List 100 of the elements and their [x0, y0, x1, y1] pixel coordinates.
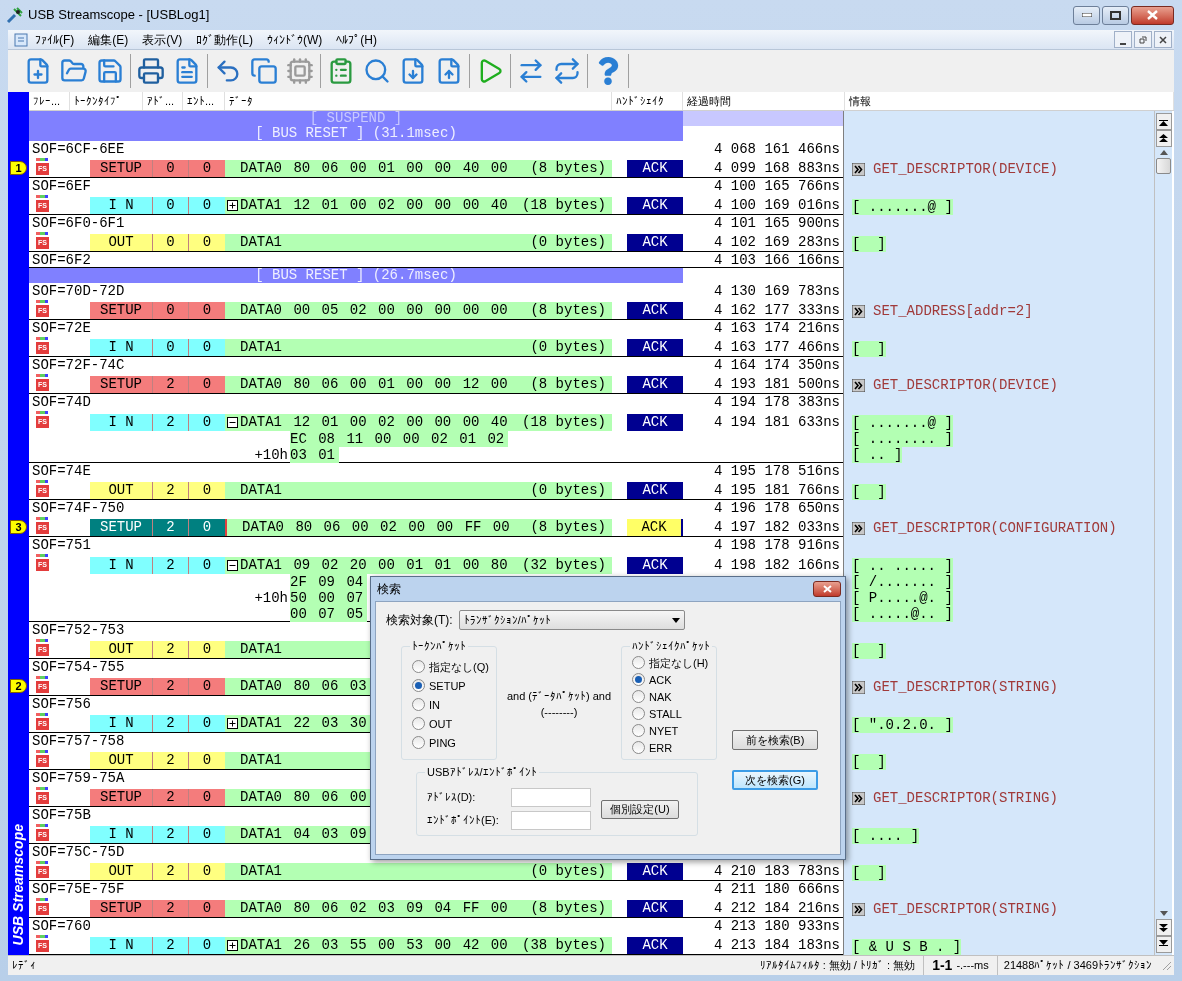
radio-button[interactable]	[632, 656, 645, 669]
packet-data: DATA1 12 01 00 02 00 00 00 40	[240, 197, 508, 214]
radio-label: OUT	[429, 716, 453, 731]
endpoint-cell: 0	[188, 302, 225, 319]
custom-settings-button[interactable]: 個別設定(U)	[601, 799, 679, 819]
offset-label: +10h	[254, 590, 288, 606]
search-button[interactable]: 前を検索(B)	[732, 730, 818, 750]
request-name: GET_DESCRIPTOR(CONFIGURATION)	[873, 520, 1117, 536]
column-header[interactable]: 情報	[845, 92, 1174, 110]
byte-count: (8 bytes)	[530, 160, 606, 177]
marker-badge: 2	[10, 679, 27, 693]
scroll-top-button[interactable]	[1155, 113, 1172, 130]
mdi-minimize-button[interactable]	[1114, 31, 1132, 48]
radio-button[interactable]	[412, 660, 425, 673]
handshake-cell: ACK	[627, 234, 683, 251]
token-type-cell: OUT	[90, 482, 152, 499]
input-field[interactable]	[511, 788, 591, 807]
endpoint-cell: 0	[188, 900, 225, 917]
jump-icon[interactable]	[852, 521, 865, 535]
radio-button[interactable]	[632, 741, 645, 754]
printer-icon[interactable]	[137, 57, 165, 85]
page-down-button[interactable]	[1155, 919, 1172, 936]
marker-badge: 1	[10, 161, 27, 175]
packet-count: 21488ﾊﾟｹｯﾄ / 3469ﾄﾗﾝｻﾞｸｼｮﾝ	[996, 956, 1158, 975]
radio-button[interactable]	[632, 724, 645, 737]
scroll-thumb[interactable]	[1156, 158, 1171, 174]
endpoint-cell: 0	[188, 197, 225, 214]
byte-count: (18 bytes)	[522, 197, 606, 214]
frame-number: SOF=74F-750	[32, 500, 125, 516]
data-dump: [ /....... ]	[852, 574, 953, 590]
radio-button[interactable]	[632, 690, 645, 703]
frame-tick-icon	[36, 824, 48, 827]
jump-icon[interactable]	[852, 378, 865, 392]
expand-icon[interactable]	[227, 200, 238, 211]
save-icon[interactable]	[96, 57, 124, 85]
token-type-cell: OUT	[90, 641, 152, 658]
close-button[interactable]	[1131, 5, 1174, 25]
scrollbar[interactable]	[1154, 111, 1172, 955]
search-button[interactable]: 次を検索(G)	[732, 770, 818, 790]
scroll-bottom-button[interactable]	[1155, 936, 1172, 953]
radio-button[interactable]	[412, 698, 425, 711]
data-dump: [ .....@.. ]	[852, 606, 953, 622]
dialog-title: 検索	[377, 581, 401, 598]
target-dropdown[interactable]: ﾄﾗﾝｻﾞｸｼｮﾝ/ﾊﾟｹｯﾄ	[458, 610, 685, 630]
mdi-close-button[interactable]	[1154, 31, 1172, 48]
scroll-down-icon[interactable]	[1159, 911, 1168, 916]
handshake-cell: ACK	[627, 557, 683, 574]
jump-icon[interactable]	[852, 791, 865, 805]
expand-icon[interactable]	[227, 940, 238, 951]
token-type-cell: SETUP	[90, 678, 152, 695]
token-type-cell: SETUP	[90, 789, 152, 806]
menu-item[interactable]: ﾌｧｲﾙ(F)	[28, 30, 82, 49]
menu-item[interactable]: 表示(V)	[135, 30, 190, 49]
column-header[interactable]: ｴﾝﾄ...	[183, 92, 225, 110]
menu-item[interactable]: ﾛｸﾞ動作(L)	[189, 30, 260, 49]
elapsed-time: 4 213 180 933ns	[713, 918, 840, 934]
radio-button[interactable]	[412, 717, 425, 730]
jump-icon[interactable]	[852, 304, 865, 318]
column-header[interactable]: ｱﾄﾞ...	[143, 92, 183, 110]
elapsed-time: 4 130 169 783ns	[713, 283, 840, 299]
endpoint-cell: 0	[188, 482, 225, 499]
resize-grip-icon[interactable]	[1162, 960, 1172, 971]
jump-icon[interactable]	[852, 680, 865, 694]
radio-button[interactable]	[412, 679, 425, 692]
duration-text: -.---ms	[956, 958, 989, 974]
token-type-cell: SETUP	[90, 160, 152, 177]
byte-count: (32 bytes)	[522, 557, 606, 574]
menu-item[interactable]: 編集(E)	[81, 30, 136, 49]
page-up-button[interactable]	[1155, 130, 1172, 147]
token-type-cell: SETUP	[90, 519, 152, 536]
collapse-icon[interactable]	[227, 560, 238, 571]
address-cell: 0	[152, 234, 188, 251]
elapsed-time: 4 195 181 766ns	[713, 482, 840, 499]
menu-item[interactable]: ﾍﾙﾌﾟ(H)	[329, 30, 384, 49]
radio-button[interactable]	[632, 673, 645, 686]
copy-icon[interactable]	[250, 57, 278, 85]
scroll-up-icon[interactable]	[1159, 150, 1168, 155]
radio-button[interactable]	[412, 736, 425, 749]
expand-icon[interactable]	[227, 718, 238, 729]
sync-icon[interactable]	[553, 57, 581, 85]
packet-data: DATA0 80 06 00 01 00 00 40 00	[240, 160, 508, 177]
input-field[interactable]	[511, 811, 591, 830]
elapsed-time: 4 198 182 166ns	[713, 557, 840, 574]
column-header[interactable]: 経過時間	[683, 92, 845, 110]
document-icon[interactable]	[14, 32, 28, 47]
menu-item[interactable]: ｳｨﾝﾄﾞｳ(W)	[260, 30, 330, 49]
search-icon[interactable]	[363, 57, 391, 85]
jump-icon[interactable]	[852, 902, 865, 916]
column-header[interactable]: ﾊﾝﾄﾞｼｪｲｸ	[612, 92, 683, 110]
close-button[interactable]	[813, 581, 841, 597]
column-header[interactable]: ﾃﾞｰﾀ	[225, 92, 612, 110]
jump-icon[interactable]	[852, 162, 865, 176]
radio-button[interactable]	[632, 707, 645, 720]
frame-number: SOF=74E	[32, 463, 91, 479]
column-header[interactable]: ﾌﾚｰ...	[29, 92, 70, 110]
maximize-button[interactable]	[1102, 5, 1129, 25]
elapsed-time: 4 100 169 016ns	[713, 197, 840, 214]
column-header[interactable]: ﾄｰｸﾝﾀｲﾌﾟ	[70, 92, 143, 110]
minimize-button[interactable]	[1073, 5, 1100, 25]
collapse-icon[interactable]	[227, 417, 238, 428]
